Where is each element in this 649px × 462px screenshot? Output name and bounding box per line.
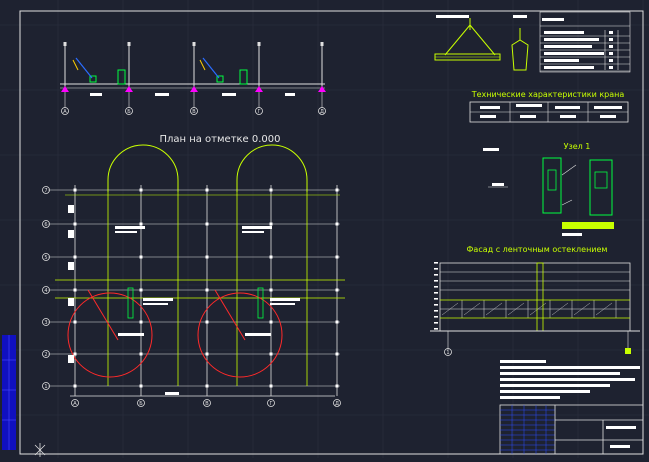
svg-text:4: 4 (44, 288, 47, 294)
svg-text:7: 7 (44, 188, 47, 194)
crane-table-title: Технические характеристики крана (471, 90, 625, 99)
svg-text:Б: Б (127, 109, 131, 115)
facade-axis-label: 1 (446, 350, 449, 356)
crane-sling-drawing (434, 15, 529, 71)
svg-text:Г: Г (257, 109, 260, 115)
title-block (499, 404, 644, 455)
column-axis-marker: Б (137, 399, 145, 407)
facade-title: Фасад с ленточным остеклением (467, 245, 608, 254)
svg-text:Б: Б (139, 401, 143, 407)
column-axis-marker: А (71, 399, 79, 407)
row-axis-marker: 3 (42, 318, 50, 326)
row-axis-marker: 7 (42, 186, 50, 194)
top-axis-marker: В (190, 107, 198, 115)
top-axis-markers: А Б В Г Д (61, 107, 326, 115)
column-axis-marker: Г (267, 399, 275, 407)
top-axis-marker: А (61, 107, 69, 115)
svg-text:3: 3 (44, 320, 47, 326)
node-title: Узел 1 (564, 142, 591, 151)
left-stamp-strip (2, 335, 16, 450)
facade-elevation: 1 (430, 262, 640, 356)
node-1-detail (483, 148, 614, 236)
svg-text:В: В (192, 109, 196, 115)
row-axis-marker: 4 (42, 286, 50, 294)
row-axis-marker: 1 (42, 382, 50, 390)
top-axis-marker: Д (318, 107, 326, 115)
row-axis-marker: 2 (42, 350, 50, 358)
floor-plan (48, 144, 345, 397)
crane-characteristics-table (469, 101, 629, 123)
column-axis-marker: В (203, 399, 211, 407)
notes-block (500, 360, 640, 399)
svg-text:Г: Г (269, 401, 272, 407)
svg-text:Д: Д (335, 401, 339, 407)
svg-text:В: В (205, 401, 209, 407)
svg-text:1: 1 (44, 384, 47, 390)
svg-text:А: А (73, 401, 77, 407)
svg-text:2: 2 (44, 352, 47, 358)
row-axis-marker: 5 (42, 253, 50, 261)
drawing-canvas: А Б В Г Д План на отметке 0.000 7654321 А Б … (0, 0, 649, 458)
svg-text:6: 6 (44, 222, 47, 228)
row-axis-markers: 7 6 5 4 3 2 1 (42, 186, 50, 390)
top-section (60, 42, 326, 108)
row-axis-marker: 6 (42, 220, 50, 228)
svg-text:5: 5 (44, 255, 47, 261)
sheet-frame (19, 10, 644, 455)
svg-text:Д: Д (320, 109, 324, 115)
column-axis-marker: Д (333, 399, 341, 407)
spec-table-top (539, 11, 631, 73)
svg-text:А: А (63, 109, 67, 115)
top-axis-marker: Б (125, 107, 133, 115)
column-axis-markers: А Б В Г Д (71, 399, 341, 407)
ucs-icon (34, 443, 46, 457)
cad-drawing-sheet: А Б В Г Д План на отметке 0.000 7 6 5 4 3 2 … (0, 0, 649, 458)
top-axis-marker: Г (255, 107, 263, 115)
plan-title: План на отметке 0.000 (159, 134, 280, 145)
